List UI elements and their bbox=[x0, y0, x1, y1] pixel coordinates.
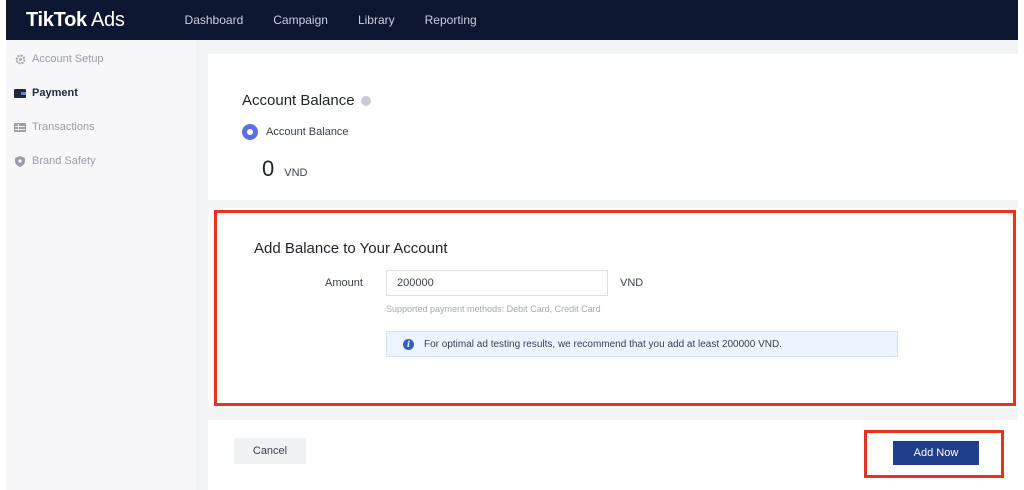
tiktok-ads-logo[interactable]: TikTok Ads bbox=[26, 9, 125, 32]
nav-reporting[interactable]: Reporting bbox=[425, 13, 477, 27]
account-balance-heading: Account Balance bbox=[242, 92, 355, 109]
cancel-button[interactable]: Cancel bbox=[234, 438, 306, 464]
balance-value: 0 bbox=[262, 156, 275, 181]
add-now-button[interactable]: Add Now bbox=[893, 441, 979, 465]
top-navbar: TikTok Ads Dashboard Campaign Library Re… bbox=[6, 0, 1018, 40]
sidebar-item-label: Payment bbox=[32, 87, 78, 99]
gear-icon bbox=[14, 54, 26, 64]
balance-display: 0 VND bbox=[262, 156, 307, 182]
account-balance-card: Account Balance Account Balance 0 VND bbox=[208, 54, 1018, 200]
account-balance-option[interactable]: Account Balance bbox=[242, 124, 349, 140]
list-icon bbox=[14, 122, 26, 132]
account-balance-title: Account Balance bbox=[242, 92, 371, 109]
sidebar-item-label: Brand Safety bbox=[32, 155, 96, 167]
sidebar-item-transactions[interactable]: Transactions bbox=[6, 110, 196, 144]
nav-campaign[interactable]: Campaign bbox=[273, 13, 328, 27]
nav-dashboard[interactable]: Dashboard bbox=[185, 13, 244, 27]
sidebar-item-account-setup[interactable]: Account Setup bbox=[6, 42, 196, 76]
balance-currency: VND bbox=[284, 167, 308, 179]
nav-library[interactable]: Library bbox=[358, 13, 395, 27]
sidebar-item-label: Transactions bbox=[32, 121, 95, 133]
account-balance-option-label: Account Balance bbox=[266, 126, 349, 138]
main-nav: Dashboard Campaign Library Reporting bbox=[185, 13, 507, 27]
wallet-icon bbox=[14, 88, 26, 98]
sidebar: Account Setup Payment Transactions Brand… bbox=[6, 40, 196, 490]
add-balance-highlight-frame bbox=[214, 210, 1016, 406]
radio-selected-icon[interactable] bbox=[242, 124, 258, 140]
sidebar-item-brand-safety[interactable]: Brand Safety bbox=[6, 144, 196, 178]
add-now-highlight-frame: Add Now bbox=[864, 430, 1004, 478]
info-icon[interactable] bbox=[360, 96, 371, 107]
shield-icon bbox=[14, 155, 26, 167]
sidebar-item-label: Account Setup bbox=[32, 53, 104, 65]
sidebar-item-payment[interactable]: Payment bbox=[6, 76, 196, 110]
